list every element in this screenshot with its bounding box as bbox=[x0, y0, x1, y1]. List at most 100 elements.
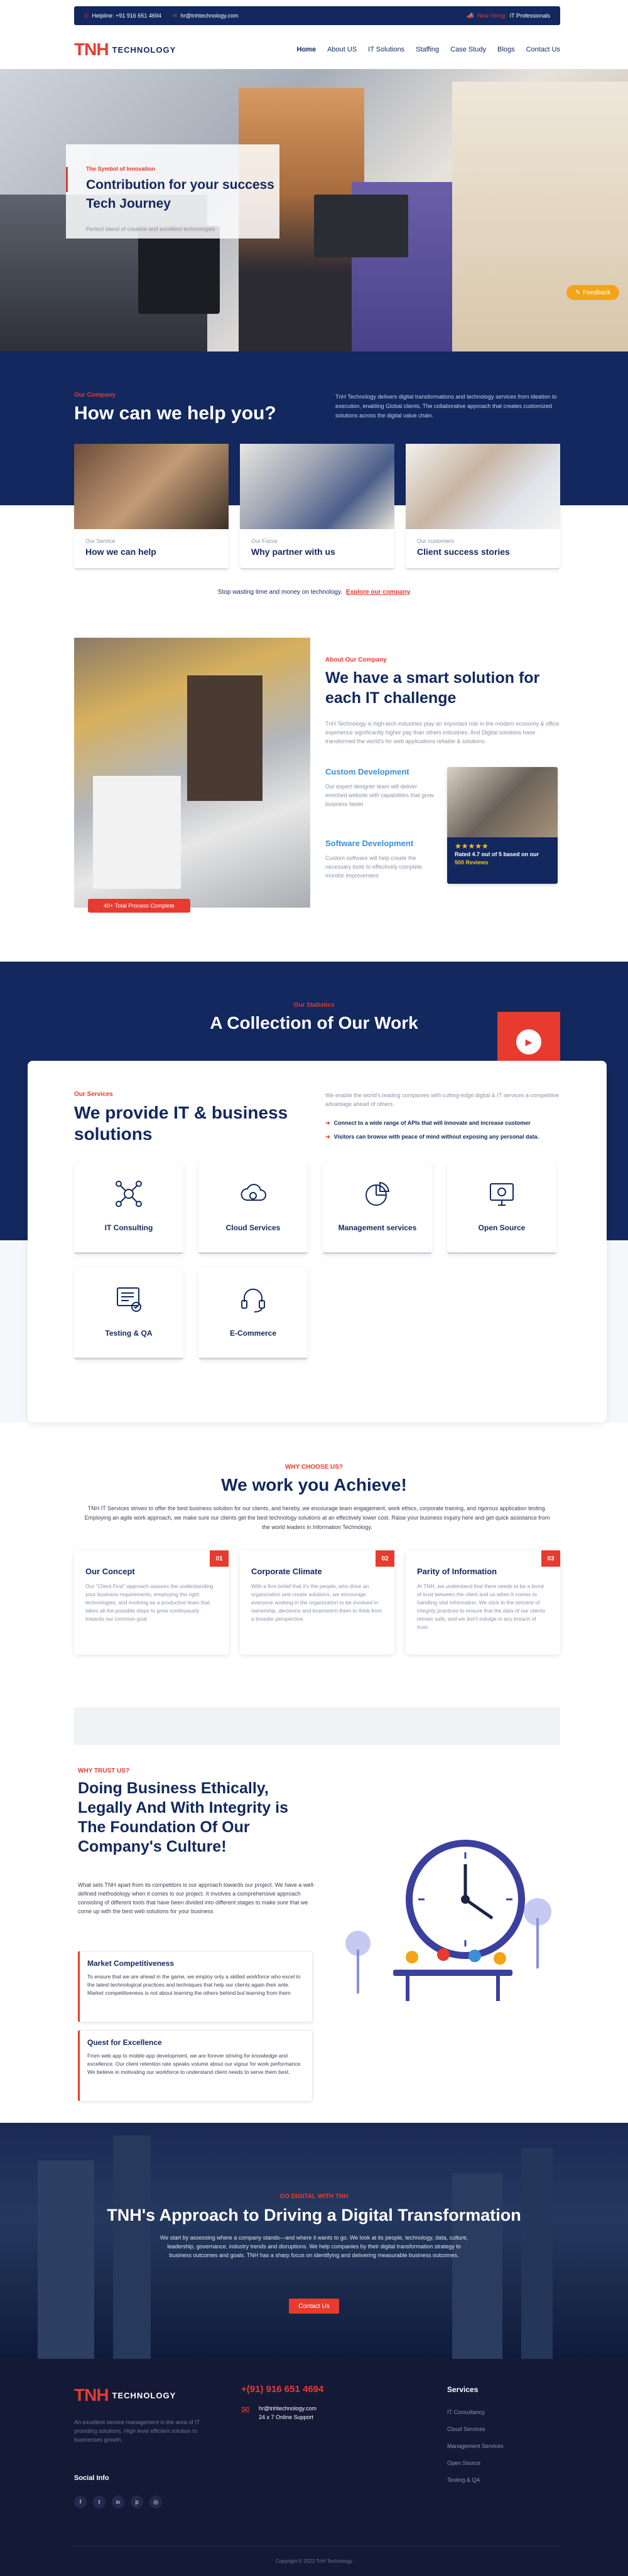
about-text: TnH Technology is high-tech industries p… bbox=[325, 721, 560, 744]
footer-logo[interactable]: TNH TECHNOLOGY bbox=[74, 2385, 176, 2405]
why-title: We work you Achieve! bbox=[221, 1475, 407, 1495]
why-card-1: 01 Our Concept Our "Client First" approa… bbox=[74, 1550, 229, 1655]
grey-banner bbox=[74, 1707, 560, 1745]
footer-link-testing[interactable]: Testing & QA bbox=[447, 2472, 504, 2489]
footer-phone[interactable]: +(91) 916 651 4694 bbox=[241, 2384, 323, 2395]
custom-dev-title: Custom Development bbox=[325, 767, 409, 776]
play-icon: ▶ bbox=[516, 1029, 541, 1055]
footer-support: 24 x 7 Online Support bbox=[259, 2414, 314, 2420]
trust-title: Doing Business Ethically, Legally And Wi… bbox=[78, 1779, 288, 1855]
nav-staffing[interactable]: Staffing bbox=[416, 46, 439, 53]
reviews-link[interactable]: 500 Reviews bbox=[455, 859, 550, 867]
instagram-icon[interactable]: ◎ bbox=[149, 2496, 162, 2508]
social-title: Social Info bbox=[74, 2474, 109, 2482]
explore-company-link[interactable]: Explore our company bbox=[346, 589, 410, 596]
help-text: TnH Technology delivers digital transfor… bbox=[335, 394, 557, 419]
megaphone-icon: 📣 bbox=[467, 12, 475, 19]
help-card-image bbox=[240, 444, 394, 529]
help-card-image bbox=[406, 444, 560, 529]
approach-kicker: GO DIGITAL WITH TNH bbox=[279, 2193, 349, 2200]
pie-chart-icon bbox=[365, 1181, 390, 1206]
checklist-icon bbox=[117, 1287, 141, 1312]
phone-icon: ✆ bbox=[84, 12, 89, 19]
services-text: We enable the world's leading companies … bbox=[325, 1092, 560, 1107]
why-kicker: WHY CHOOSE US? bbox=[284, 1464, 344, 1471]
footer-link-cloud[interactable]: Cloud Services bbox=[447, 2421, 504, 2438]
facebook-icon[interactable]: f bbox=[74, 2496, 87, 2508]
service-cloud[interactable]: Cloud Services bbox=[198, 1162, 308, 1254]
clock-illustration bbox=[345, 1840, 551, 2001]
approach-title: TNH's Approach to Driving a Digital Tran… bbox=[107, 2206, 521, 2224]
linkedin-icon[interactable]: in bbox=[112, 2496, 124, 2508]
rating-card-image bbox=[447, 767, 558, 837]
service-ecommerce[interactable]: E-Commerce bbox=[198, 1268, 308, 1360]
nav-about[interactable]: About US bbox=[327, 46, 357, 53]
software-dev-title: Software Development bbox=[325, 839, 414, 848]
mail-icon: ✉ bbox=[172, 12, 178, 19]
check-icon: ➜ bbox=[325, 1120, 330, 1126]
nav-blogs[interactable]: Blogs bbox=[497, 46, 515, 53]
about-title: We have a smart solution for each IT cha… bbox=[325, 669, 540, 707]
helpline-text[interactable]: Helpline: +91 916 651 4694 bbox=[92, 13, 161, 19]
chat-icon: ✎ bbox=[575, 289, 581, 296]
approach-text: We start by assessing where a company st… bbox=[160, 2235, 468, 2258]
hero-subtitle: Perfect blend of creative and excellent … bbox=[86, 226, 215, 232]
hero-title: Contribution for your success Tech Journ… bbox=[86, 178, 274, 211]
hiring-label: Now Hiring: bbox=[477, 13, 507, 19]
about-kicker: About Our Company bbox=[325, 657, 387, 663]
footer-mail-icon: ✉ bbox=[241, 2405, 250, 2416]
rating-card: ★★★★★ Rated 4.7 out of 5 based on our 50… bbox=[447, 767, 558, 884]
service-open-source[interactable]: Open Source bbox=[447, 1162, 556, 1254]
top-bar: ✆ Helpline: +91 916 651 4694 ✉ hr@tnhtec… bbox=[74, 6, 560, 25]
hiring-role-link[interactable]: IT Professionals bbox=[510, 13, 550, 19]
help-card-1[interactable]: Our Service How we can help bbox=[74, 444, 229, 569]
monitor-icon bbox=[490, 1183, 514, 1206]
help-title: How can we help you? bbox=[74, 403, 276, 424]
feedback-button[interactable]: ✎ Feedback bbox=[566, 285, 619, 300]
logo-text: TECHNOLOGY bbox=[112, 45, 176, 55]
service-management[interactable]: Management services bbox=[323, 1162, 432, 1254]
why-text: TNH IT Services strives to offer the bes… bbox=[84, 1505, 550, 1530]
footer-about: An excellent service management is the a… bbox=[74, 2419, 200, 2443]
check-icon: ➜ bbox=[325, 1134, 330, 1140]
quest-excellence-box: Quest for Excellence From web app to mob… bbox=[78, 2030, 313, 2101]
help-cta: Stop wasting time and money on technolog… bbox=[217, 589, 411, 596]
market-competitiveness-box: Market Competitiveness To ensure that we… bbox=[78, 1951, 313, 2022]
why-card-3: 03 Parity of Information At TNH, we unde… bbox=[406, 1550, 560, 1655]
service-testing[interactable]: Testing & QA bbox=[74, 1268, 183, 1360]
network-icon bbox=[116, 1181, 142, 1207]
services-title: We provide IT & business solutions bbox=[74, 1103, 288, 1144]
services-check-1: ➜ Connect to a wide range of APIs that wi… bbox=[325, 1120, 531, 1126]
help-card-image bbox=[74, 444, 229, 529]
hero-overlay: The Symbol of Innovation Contribution fo… bbox=[66, 144, 279, 239]
email-link[interactable]: hr@tnhtechnology.com bbox=[180, 13, 238, 19]
logo[interactable]: TNH TECHNOLOGY bbox=[74, 40, 176, 60]
logo-mark: TNH bbox=[74, 40, 109, 59]
cloud-icon bbox=[241, 1184, 266, 1201]
footer-link-management[interactable]: Management Services bbox=[447, 2438, 504, 2455]
footer-services-list: IT Consultancy Cloud Services Management… bbox=[447, 2404, 504, 2489]
stats-kicker: Our Statistics bbox=[293, 1002, 335, 1009]
footer-link-it-consultancy[interactable]: IT Consultancy bbox=[447, 2404, 504, 2421]
contact-us-button[interactable]: Contact Us bbox=[289, 2299, 339, 2314]
pinterest-icon[interactable]: p bbox=[131, 2496, 143, 2508]
nav-home[interactable]: Home bbox=[297, 46, 317, 53]
services-check-2: ➜ Visitors can browse with peace of mind … bbox=[325, 1134, 539, 1140]
headset-icon bbox=[241, 1289, 265, 1312]
nav-it-solutions[interactable]: IT Solutions bbox=[368, 46, 404, 53]
nav-contact[interactable]: Contact Us bbox=[526, 46, 560, 53]
social-icons: f t in p ◎ bbox=[74, 2496, 162, 2508]
footer-email[interactable]: hr@tnhtechnology.com bbox=[259, 2405, 317, 2412]
twitter-icon[interactable]: t bbox=[93, 2496, 106, 2508]
footer-link-open-source[interactable]: Open Source bbox=[447, 2455, 504, 2472]
custom-dev-text: Our expert designer team will deliver en… bbox=[325, 783, 434, 807]
help-card-2[interactable]: Our Focus Why partner with us bbox=[240, 444, 394, 569]
help-card-3[interactable]: Our customers Client success stories bbox=[406, 444, 560, 569]
about-image bbox=[74, 638, 310, 908]
nav-case-study[interactable]: Case Study bbox=[450, 46, 486, 53]
process-badge: 40+ Total Process Complete bbox=[88, 899, 190, 913]
main-nav: Home About US IT Solutions Staffing Case… bbox=[297, 46, 560, 53]
trust-text: What sets TNH apart from its competitors… bbox=[78, 1882, 315, 1914]
help-kicker: Our Company bbox=[74, 392, 116, 399]
service-it-consulting[interactable]: IT Consulting bbox=[74, 1162, 183, 1254]
